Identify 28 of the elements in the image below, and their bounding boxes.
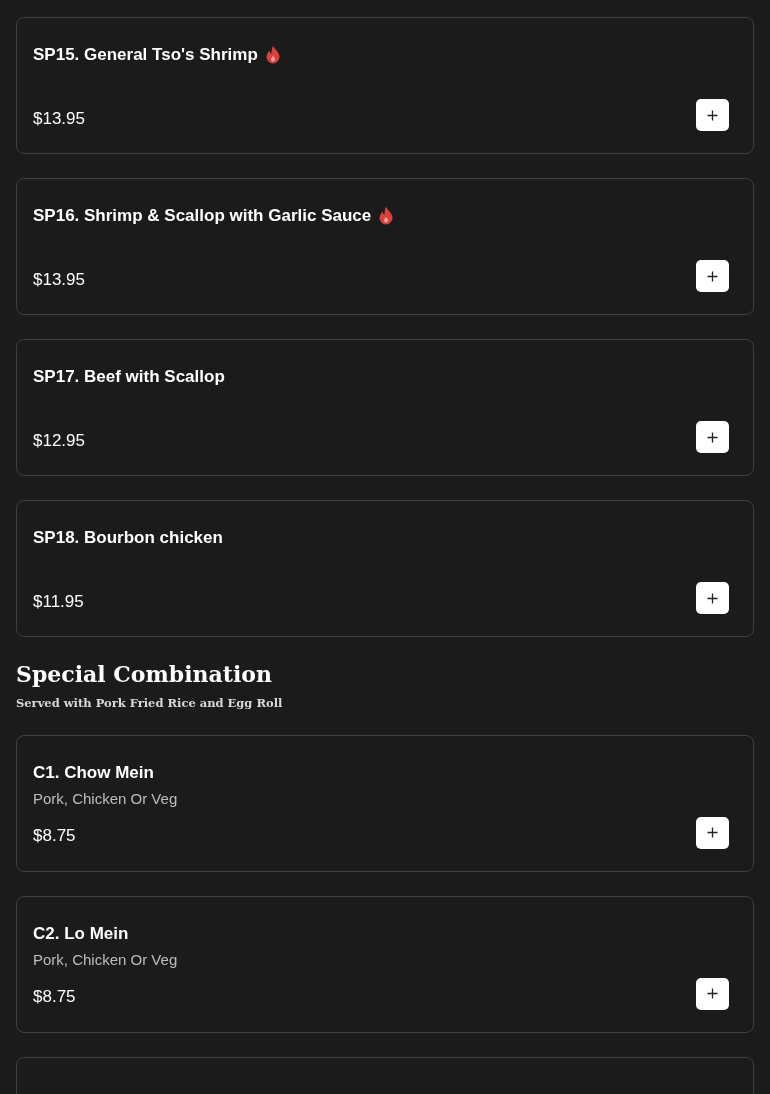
plus-icon (707, 109, 718, 121)
price: $13.95 (33, 107, 85, 130)
price: $12.95 (33, 429, 85, 452)
dish-name: SP16. Shrimp & Scallop with Garlic Sauce (33, 205, 372, 227)
plus-icon (707, 270, 718, 282)
dish-name: C2. Lo Mein (33, 922, 129, 945)
add-button[interactable] (696, 421, 729, 453)
dish-name: SP18. Bourbon chicken (33, 527, 223, 549)
plus-icon (707, 592, 718, 604)
add-button[interactable] (696, 977, 729, 1010)
add-button[interactable] (696, 582, 729, 614)
add-button[interactable] (696, 99, 729, 131)
price: $13.95 (33, 268, 85, 291)
dish-description: Pork, Chicken Or Veg (33, 950, 179, 971)
plus-icon (707, 431, 718, 443)
section-title: Special Combination (16, 661, 273, 688)
dish-name: SP15. General Tso's Shrimp (33, 44, 258, 66)
plus-icon (707, 988, 718, 1000)
plus-icon (707, 827, 718, 839)
add-button[interactable] (696, 260, 729, 292)
price: $8.75 (33, 986, 76, 1009)
price: $11.95 (33, 590, 84, 613)
price: $8.75 (33, 825, 76, 848)
section-subtitle: Served with Pork Fried Rice and Egg Roll (16, 695, 284, 713)
dish-description: Pork, Chicken Or Veg (33, 789, 179, 810)
dish-name: SP17. Beef with Scallop (33, 366, 225, 388)
add-button[interactable] (696, 816, 729, 849)
dish-name: C1. Chow Mein (33, 761, 154, 784)
